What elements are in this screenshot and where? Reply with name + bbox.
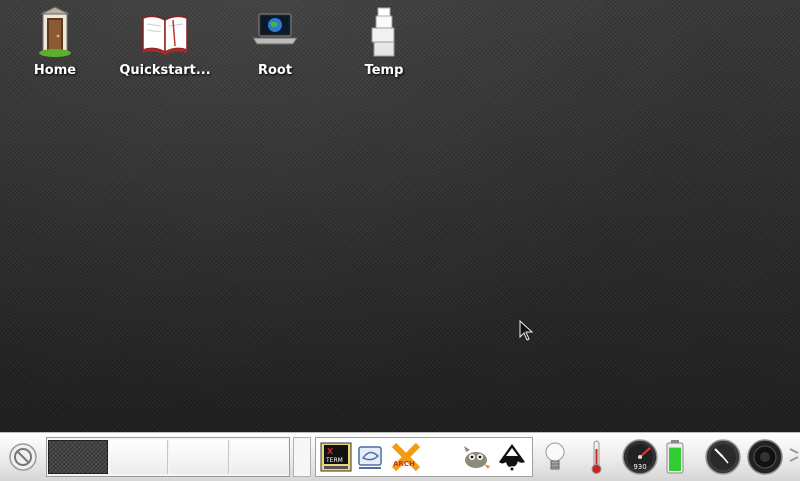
desktop-2[interactable] xyxy=(109,440,168,474)
battery-icon[interactable] xyxy=(664,439,686,475)
gimp-icon[interactable] xyxy=(460,442,492,472)
screenshot-icon[interactable] xyxy=(354,442,386,472)
laptop-globe-icon xyxy=(252,13,298,45)
desktop-4[interactable] xyxy=(230,440,288,474)
desktop-icon-temp[interactable]: Temp xyxy=(336,6,432,78)
speaker-volume-icon[interactable] xyxy=(746,439,784,475)
svg-text:TERM: TERM xyxy=(325,457,343,464)
desktop-1[interactable] xyxy=(48,440,108,474)
cpu-gauge-value: 930 xyxy=(633,463,646,471)
power-menu-icon[interactable] xyxy=(8,442,38,472)
home-door-icon xyxy=(39,6,71,57)
mouse-pointer-icon xyxy=(519,320,534,341)
archive-x-icon[interactable]: ARCH xyxy=(390,442,422,472)
svg-text:ARCH: ARCH xyxy=(393,460,415,468)
lightbulb-icon[interactable] xyxy=(542,439,568,475)
overflow-arrow-icon[interactable] xyxy=(788,439,800,475)
launcher-bar: X TERM ARCH xyxy=(315,437,533,477)
desktop-icon-root[interactable]: Root xyxy=(227,6,323,78)
taskbar: X TERM ARCH 930 xyxy=(0,432,800,481)
cpu-speedometer-icon[interactable]: 930 xyxy=(620,439,660,475)
desktop-3[interactable] xyxy=(170,440,229,474)
desktop-pager xyxy=(46,437,290,477)
desktop-icon-quickstart[interactable]: Quickstart... xyxy=(117,6,213,78)
xterm-terminal-icon[interactable]: X TERM xyxy=(320,442,352,472)
desktop-icon-label: Quickstart... xyxy=(119,63,211,78)
clock-icon[interactable] xyxy=(704,439,742,475)
open-book-icon xyxy=(142,15,188,55)
desktop-icon-label: Temp xyxy=(364,63,404,78)
desktop-icon-home[interactable]: Home xyxy=(7,6,103,78)
desktop-icon-label: Home xyxy=(33,63,77,78)
taskbar-spacer xyxy=(293,437,311,477)
thermometer-icon[interactable] xyxy=(586,439,606,475)
svg-text:X: X xyxy=(327,447,334,456)
inkscape-icon[interactable] xyxy=(496,442,528,472)
stacked-boxes-icon xyxy=(371,7,395,57)
desktop-icon-label: Root xyxy=(257,63,293,78)
